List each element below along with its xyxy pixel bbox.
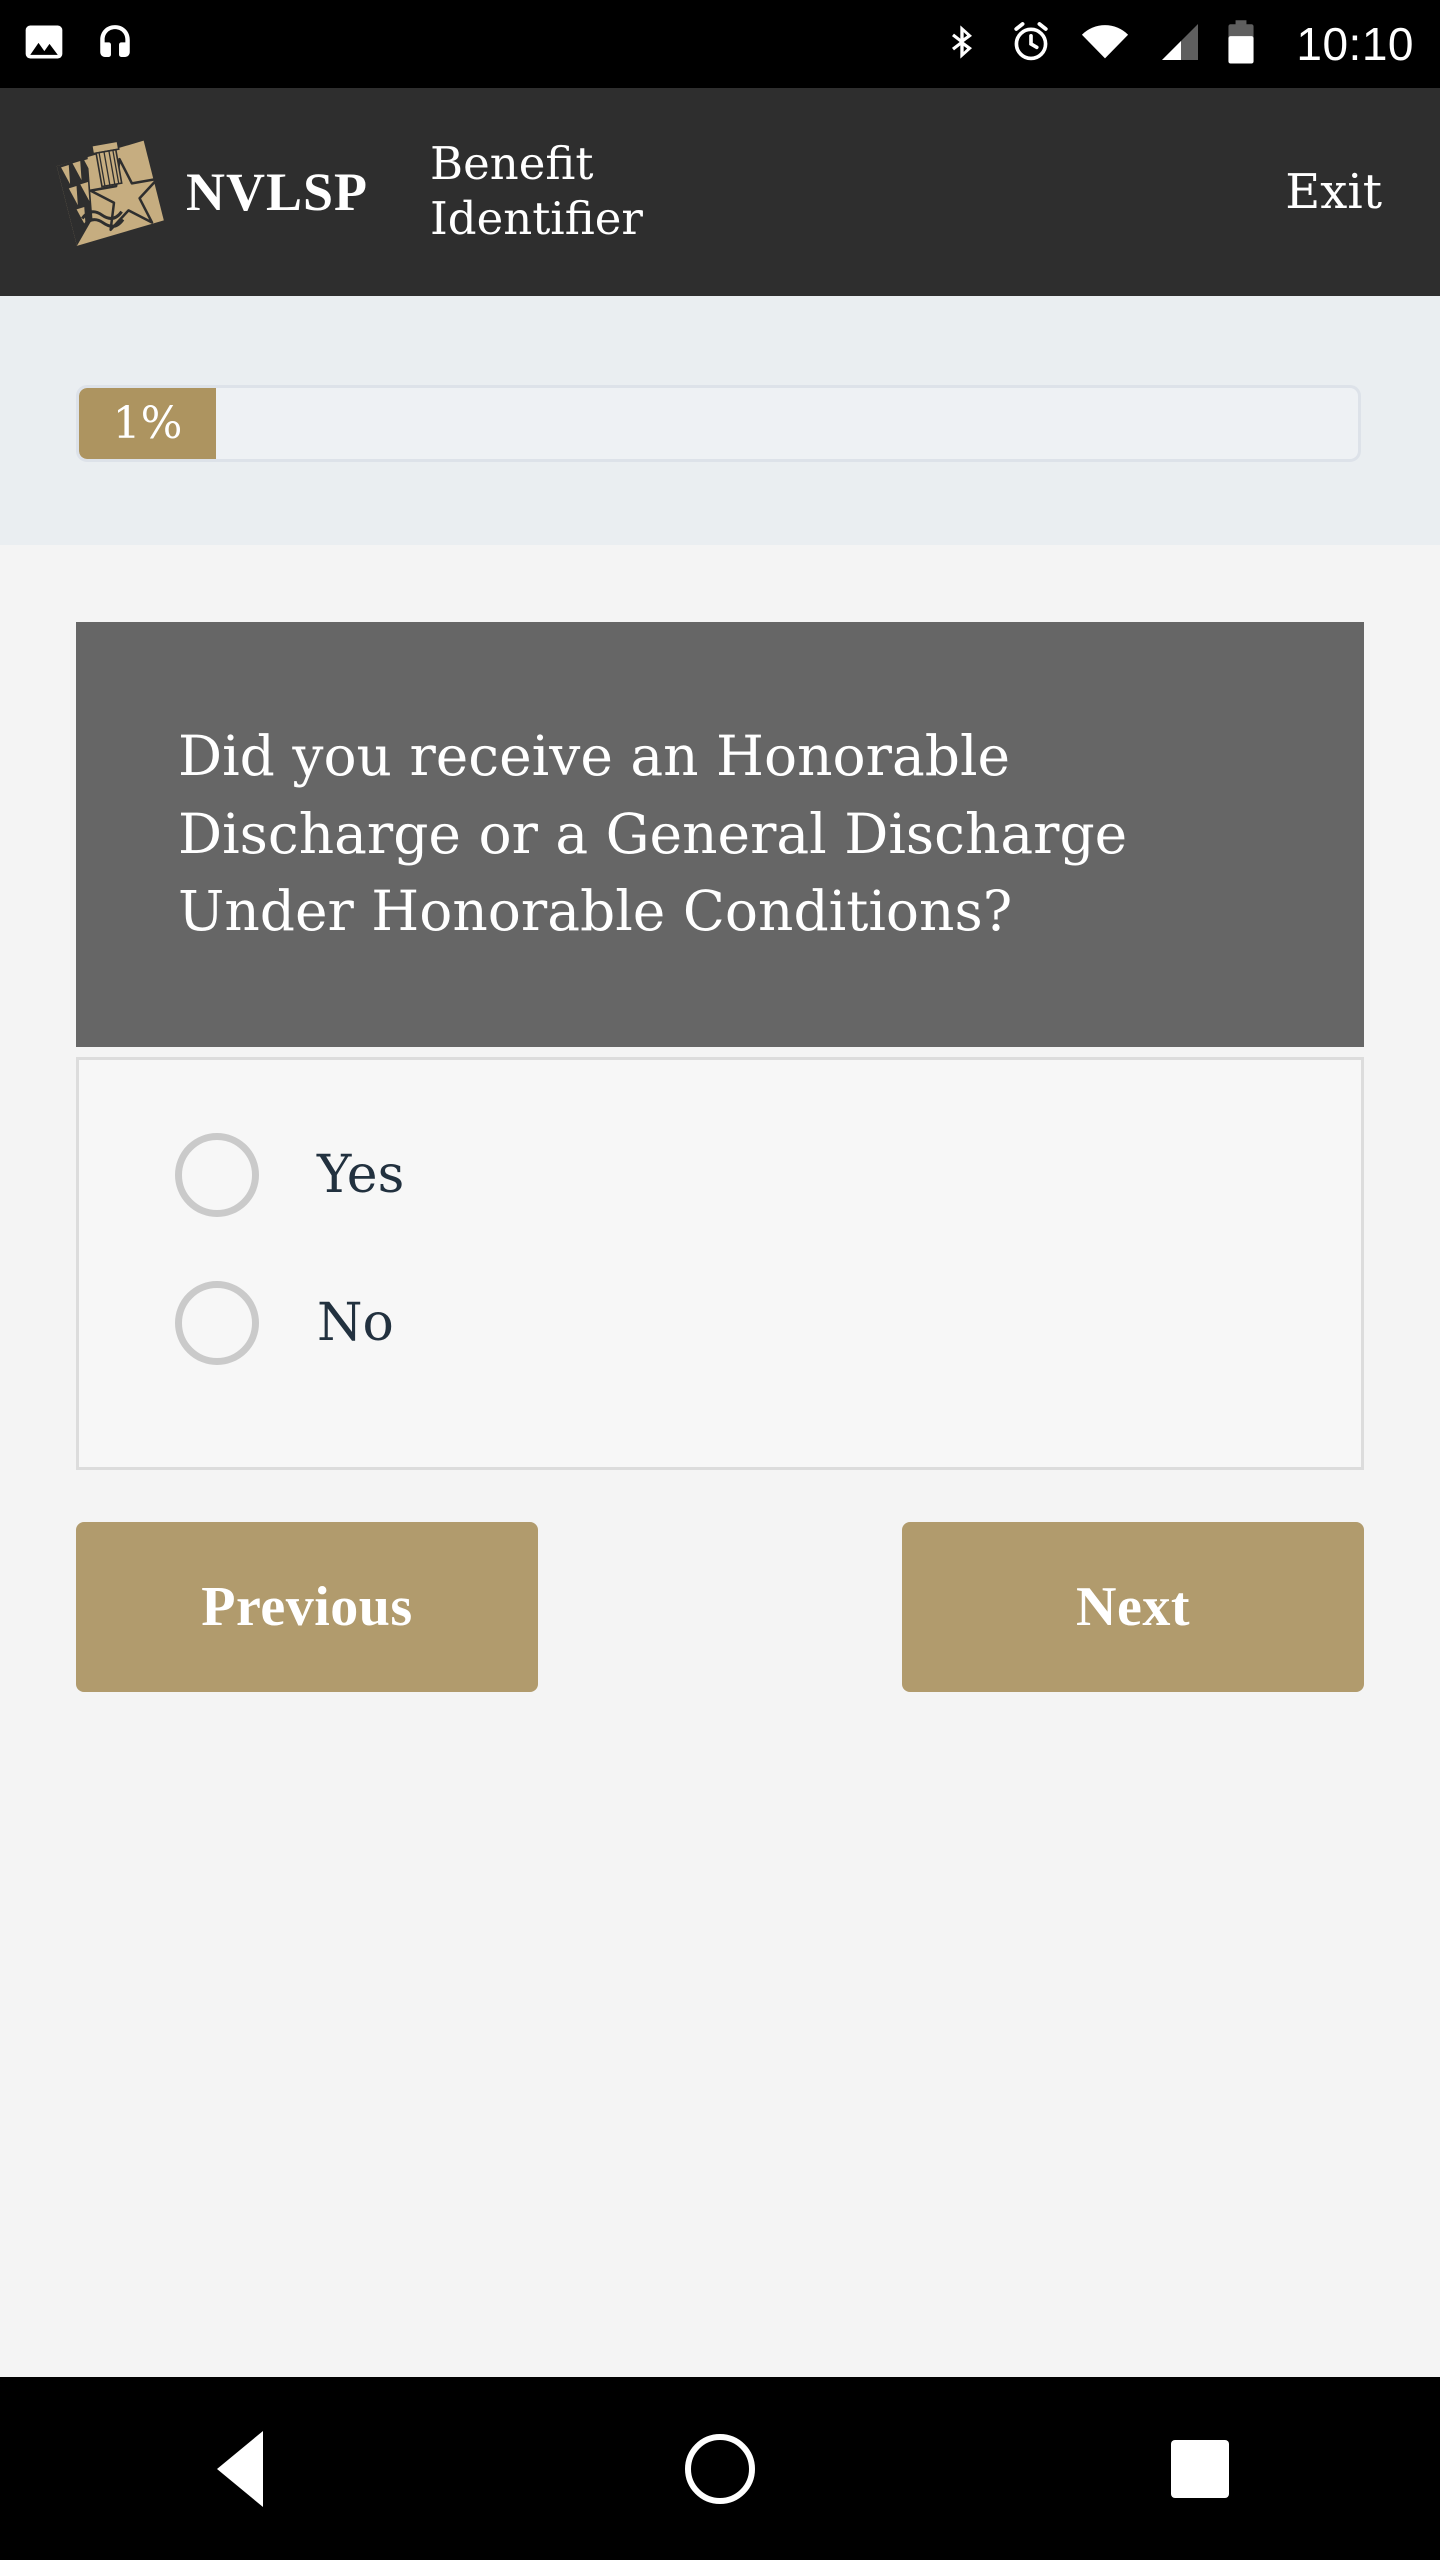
- progress-percent-label: 1%: [112, 397, 183, 449]
- radio-option-label: Yes: [317, 1145, 405, 1205]
- previous-button[interactable]: Previous: [76, 1522, 538, 1692]
- app-title: Benefit Identifier: [430, 137, 643, 245]
- headphones-icon: [92, 19, 138, 70]
- brand-name: NVLSP: [186, 162, 369, 222]
- home-circle-icon: [685, 2433, 755, 2504]
- status-bar-right-icons: 10:10: [942, 19, 1414, 70]
- status-bar: 10:10: [0, 0, 1440, 88]
- nav-recents-button[interactable]: [1120, 2377, 1280, 2560]
- alarm-clock-icon: [1008, 19, 1054, 70]
- back-triangle-icon: [217, 2430, 263, 2507]
- progress-section: 1%: [0, 296, 1440, 545]
- form-navigation-buttons: Previous Next: [76, 1522, 1364, 1692]
- next-button[interactable]: Next: [902, 1522, 1364, 1692]
- answer-options-list: Yes No: [79, 1060, 1361, 1378]
- nav-home-button[interactable]: [640, 2377, 800, 2560]
- exit-button[interactable]: Exit: [1285, 164, 1382, 220]
- status-bar-clock: 10:10: [1296, 18, 1414, 70]
- answer-card: Yes No: [76, 1057, 1364, 1470]
- nav-back-button[interactable]: [160, 2377, 320, 2560]
- progress-bar-track: 1%: [76, 385, 1361, 462]
- android-navigation-bar: [0, 2377, 1440, 2560]
- battery-icon: [1226, 19, 1256, 70]
- status-bar-left-icons: [22, 19, 138, 70]
- radio-button-icon[interactable]: [175, 1281, 259, 1365]
- progress-bar-fill: 1%: [79, 388, 216, 459]
- radio-option-yes[interactable]: Yes: [175, 1120, 1361, 1230]
- wifi-icon: [1080, 21, 1130, 68]
- recents-square-icon: [1171, 2439, 1229, 2498]
- radio-button-icon[interactable]: [175, 1133, 259, 1217]
- app-header: NVLSP Benefit Identifier Exit: [0, 88, 1440, 296]
- question-header: Did you receive an Honorable Discharge o…: [76, 622, 1364, 1047]
- nvlsp-logo: [48, 130, 164, 254]
- question-text: Did you receive an Honorable Discharge o…: [178, 724, 1128, 944]
- cellular-signal-icon: [1156, 21, 1200, 68]
- app-screen: 10:10 NVLSP Benefit Identifier Exit 1% D…: [0, 0, 1440, 2560]
- bluetooth-icon: [942, 19, 982, 70]
- radio-option-label: No: [317, 1293, 394, 1353]
- photo-icon: [22, 20, 66, 69]
- radio-option-no[interactable]: No: [175, 1268, 1361, 1378]
